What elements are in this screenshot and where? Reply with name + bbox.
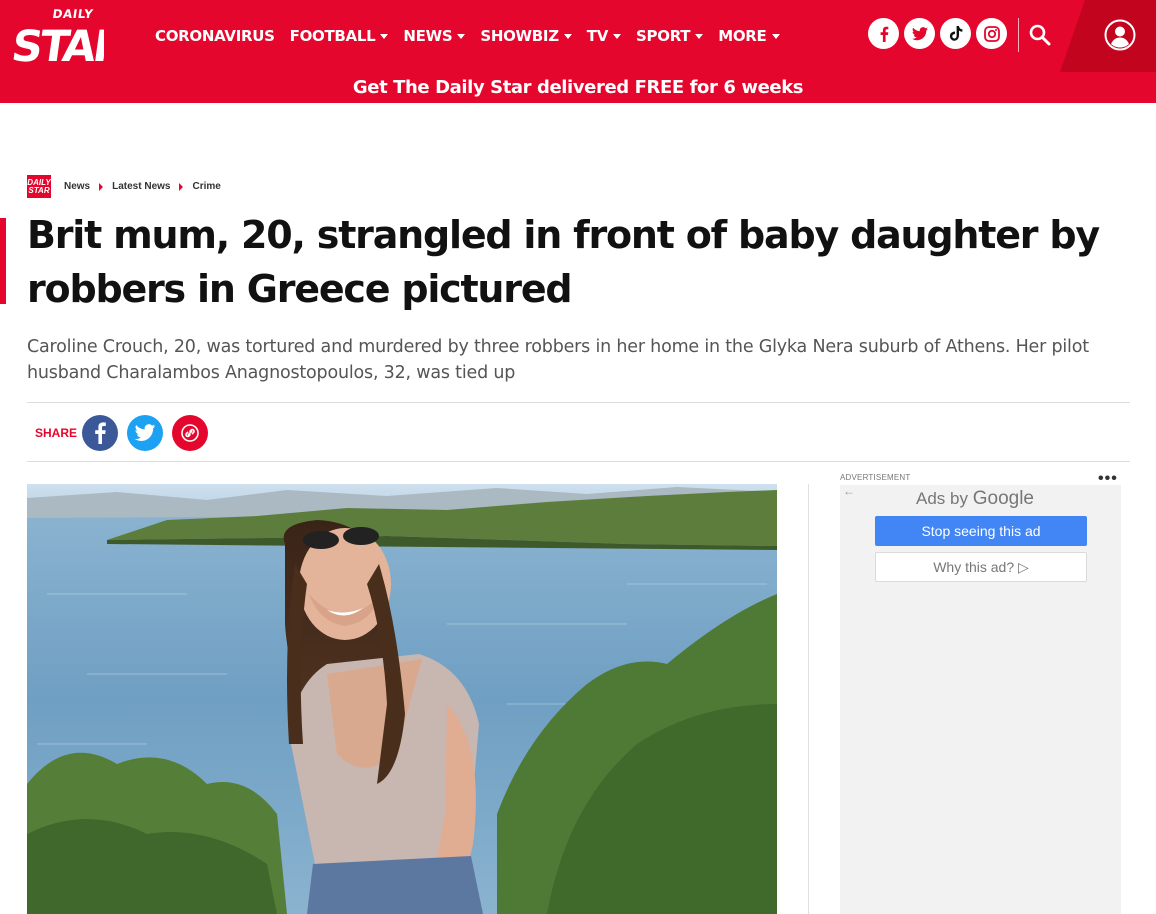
share-facebook-button[interactable] (82, 415, 118, 451)
promo-link[interactable]: Get The Daily Star delivered FREE for 6 … (353, 77, 804, 98)
ad-container (840, 485, 1121, 914)
breadcrumb: DAILY STAR News Latest News Crime (27, 175, 221, 198)
chevron-down-icon (695, 34, 704, 39)
breadcrumb-latest-news[interactable]: Latest News (112, 181, 170, 192)
nav-label: CORONAVIRUS (155, 27, 275, 45)
google-wordmark: Google (972, 488, 1034, 509)
ads-by-text: Ads by (916, 489, 968, 508)
breadcrumb-home-logo[interactable]: DAILY STAR (27, 175, 51, 198)
advertisement-label: ADVERTISEMENT (840, 473, 911, 482)
ads-by-google: Ads by Google (916, 488, 1034, 510)
nav-item-sport[interactable]: SPORT (636, 27, 704, 45)
breadcrumb-arrow-icon (99, 182, 104, 191)
nav-item-football[interactable]: FOOTBALL (290, 27, 389, 45)
headline-accent-bar (0, 218, 6, 304)
daily-star-logo[interactable]: DAILY STAR (10, 4, 104, 66)
divider (27, 402, 1130, 403)
promo-banner: Get The Daily Star delivered FREE for 6 … (0, 72, 1156, 103)
nav-item-more[interactable]: MORE (718, 27, 780, 45)
tiktok-icon[interactable] (940, 18, 971, 49)
chevron-down-icon (771, 34, 780, 39)
why-this-ad-button[interactable]: Why this ad? ▷ (875, 552, 1087, 582)
back-arrow-icon[interactable]: ← (843, 484, 855, 498)
article-main-image[interactable] (27, 484, 777, 914)
breadcrumb-news[interactable]: News (64, 181, 90, 192)
search-icon[interactable] (1028, 23, 1052, 47)
link-icon (181, 424, 199, 442)
nav-item-coronavirus[interactable]: CORONAVIRUS (155, 27, 275, 45)
article-standfirst: Caroline Crouch, 20, was tortured and mu… (27, 337, 1089, 383)
chevron-down-icon (457, 34, 466, 39)
breadcrumb-logo-text: DAILY STAR (27, 177, 51, 195)
header-divider (1018, 18, 1019, 52)
logo-star-text: STAR (10, 22, 104, 66)
twitter-icon[interactable] (904, 18, 935, 49)
share-link-button[interactable] (172, 415, 208, 451)
breadcrumb-arrow-icon (179, 182, 184, 191)
nav-label: TV (586, 27, 609, 45)
article-headline: Brit mum, 20, strangled in front of baby… (27, 213, 1100, 311)
column-divider (808, 484, 809, 914)
why-this-ad-label: Why this ad? ▷ (933, 558, 1029, 575)
main-nav: CORONAVIRUS FOOTBALL NEWS SHOWBIZ TV SPO… (155, 0, 795, 72)
breadcrumb-crime[interactable]: Crime (192, 181, 220, 192)
nav-item-tv[interactable]: TV (586, 27, 622, 45)
social-links (868, 18, 1012, 49)
nav-label: NEWS (403, 27, 453, 45)
divider (27, 461, 1130, 462)
stop-seeing-ad-label: Stop seeing this ad (921, 523, 1041, 539)
twitter-icon (134, 424, 156, 441)
nav-item-news[interactable]: NEWS (403, 27, 466, 45)
logo-daily-text: DAILY (52, 7, 95, 21)
share-twitter-button[interactable] (127, 415, 163, 451)
share-label: SHARE (35, 426, 78, 440)
user-icon[interactable] (1104, 19, 1136, 51)
chevron-down-icon (380, 34, 389, 39)
instagram-icon[interactable] (976, 18, 1007, 49)
stop-seeing-ad-button[interactable]: Stop seeing this ad (875, 516, 1087, 546)
facebook-icon (95, 422, 106, 444)
nav-label: SHOWBIZ (480, 27, 559, 45)
chevron-down-icon (613, 34, 622, 39)
nav-item-showbiz[interactable]: SHOWBIZ (480, 27, 572, 45)
nav-label: SPORT (636, 27, 691, 45)
nav-label: MORE (718, 27, 767, 45)
chevron-down-icon (563, 34, 572, 39)
nav-label: FOOTBALL (289, 27, 376, 45)
facebook-icon[interactable] (868, 18, 899, 49)
